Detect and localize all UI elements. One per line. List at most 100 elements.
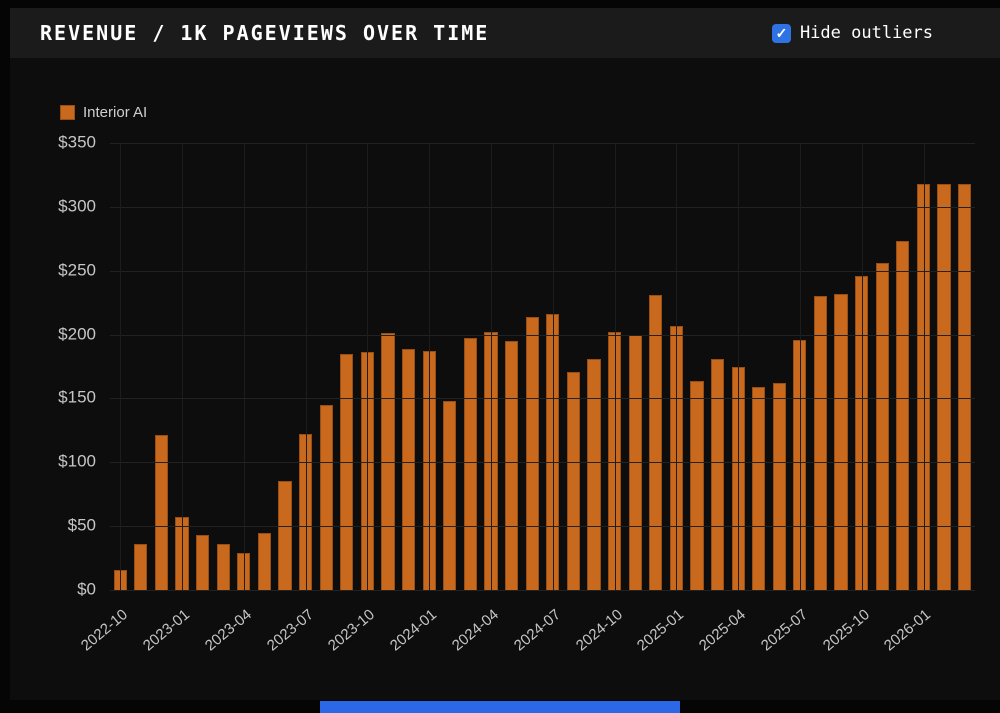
bar[interactable] xyxy=(587,358,601,590)
bar[interactable] xyxy=(710,358,725,590)
x-tick-label: 2023-07 xyxy=(263,606,317,655)
bar-slot xyxy=(316,143,337,590)
h-gridline xyxy=(110,270,975,272)
hide-outliers-toggle[interactable]: ✓ Hide outliers xyxy=(771,8,933,58)
x-axis-labels: 2022-10 2023-01 2023-04 2023-07 2023-10 2024-… xyxy=(78,598,975,683)
bar-slot xyxy=(213,143,234,590)
h-gridline xyxy=(110,398,975,400)
bar[interactable] xyxy=(154,435,169,590)
legend-swatch-icon xyxy=(60,105,75,120)
bar-slot xyxy=(954,143,975,590)
v-gridline xyxy=(305,143,307,590)
v-gridline xyxy=(429,143,431,590)
bar[interactable] xyxy=(216,544,230,590)
bar[interactable] xyxy=(402,348,416,590)
y-tick-label: $0 xyxy=(77,579,96,599)
bar[interactable] xyxy=(566,371,580,590)
v-gridline xyxy=(491,143,492,590)
bar[interactable] xyxy=(525,316,539,590)
bar[interactable] xyxy=(278,481,292,590)
bar[interactable] xyxy=(752,386,766,590)
x-tick-label: 2024-01 xyxy=(387,606,441,655)
bar[interactable] xyxy=(196,535,210,590)
hide-outliers-checkbox[interactable]: ✓ xyxy=(771,23,791,43)
bar[interactable] xyxy=(504,340,519,590)
chart-panel: Interior AI $0 $50 $100 $150 $200 $250 $300 $35… xyxy=(10,58,1000,700)
bar-slot xyxy=(748,143,769,590)
bar[interactable] xyxy=(443,400,457,590)
bar[interactable] xyxy=(772,383,786,590)
bar-slot xyxy=(337,143,358,590)
hide-outliers-label: Hide outliers xyxy=(799,23,933,43)
bar[interactable] xyxy=(875,263,889,590)
bar-slot xyxy=(501,143,522,590)
bar-slot xyxy=(625,143,646,590)
bottom-accent-bar xyxy=(320,701,680,713)
panel-title: REVENUE / 1K PAGEVIEWS OVER TIME xyxy=(40,21,490,45)
bar[interactable] xyxy=(834,293,848,590)
bar[interactable] xyxy=(958,183,972,590)
bar-slot xyxy=(707,143,728,590)
v-gridline xyxy=(552,143,554,590)
bar[interactable] xyxy=(134,544,148,590)
checkmark-icon: ✓ xyxy=(775,25,788,41)
v-gridline xyxy=(243,143,245,590)
v-gridline xyxy=(738,143,740,590)
y-tick-label: $350 xyxy=(58,132,96,152)
bar-slot xyxy=(440,143,461,590)
bar-slot xyxy=(831,143,852,590)
bar-slot xyxy=(645,143,666,590)
x-tick-label: 2024-10 xyxy=(572,606,626,655)
x-tick-label: 2025-07 xyxy=(757,606,811,655)
h-gridline xyxy=(110,206,975,208)
legend-item[interactable]: Interior AI xyxy=(60,104,147,121)
x-tick-label: 2025-01 xyxy=(634,606,688,655)
bar-slot xyxy=(563,143,584,590)
x-tick-label: 2022-10 xyxy=(78,606,132,655)
h-gridline xyxy=(110,334,975,336)
h-gridline xyxy=(110,143,975,144)
bar[interactable] xyxy=(690,380,704,590)
v-gridline xyxy=(182,143,184,590)
bar-slot xyxy=(131,143,152,590)
plot-area xyxy=(110,143,975,591)
bar-slot xyxy=(810,143,831,590)
bar-slot xyxy=(522,143,543,590)
h-gridline xyxy=(110,462,975,464)
y-tick-label: $100 xyxy=(58,451,96,471)
x-tick-label: 2023-01 xyxy=(139,606,194,655)
bar[interactable] xyxy=(319,404,333,590)
y-tick-label: $250 xyxy=(58,260,96,280)
bar-slot xyxy=(275,143,296,590)
bar-slot xyxy=(769,143,790,590)
bar-slot xyxy=(934,143,955,590)
v-gridline xyxy=(799,143,801,590)
bar-slot xyxy=(398,143,419,590)
legend-label: Interior AI xyxy=(83,104,148,121)
bar[interactable] xyxy=(463,338,477,590)
bar[interactable] xyxy=(937,183,951,590)
bar-series xyxy=(110,143,975,590)
bar-slot xyxy=(687,143,708,590)
y-tick-label: $50 xyxy=(67,515,96,535)
bar[interactable] xyxy=(896,241,910,590)
v-gridline xyxy=(120,143,122,590)
x-tick-label: 2023-04 xyxy=(201,606,255,655)
v-gridline xyxy=(367,143,369,590)
bar-slot xyxy=(192,143,213,590)
bar[interactable] xyxy=(257,532,272,590)
bar-slot xyxy=(460,143,481,590)
x-tick-label: 2026-01 xyxy=(881,606,935,655)
y-tick-label: $300 xyxy=(58,196,96,216)
bar-slot xyxy=(254,143,275,590)
x-tick-label: 2024-04 xyxy=(448,606,502,655)
bar-slot xyxy=(872,143,893,590)
bar[interactable] xyxy=(813,296,828,590)
bar-slot xyxy=(151,143,172,590)
x-tick-label: 2025-04 xyxy=(695,606,750,655)
bar[interactable] xyxy=(649,294,663,590)
bar[interactable] xyxy=(340,353,354,590)
panel-header: REVENUE / 1K PAGEVIEWS OVER TIME ✓ Hide … xyxy=(10,8,1000,58)
y-axis-labels: $0 $50 $100 $150 $200 $250 $300 $350 xyxy=(10,133,96,599)
x-tick-label: 2025-10 xyxy=(819,606,873,655)
